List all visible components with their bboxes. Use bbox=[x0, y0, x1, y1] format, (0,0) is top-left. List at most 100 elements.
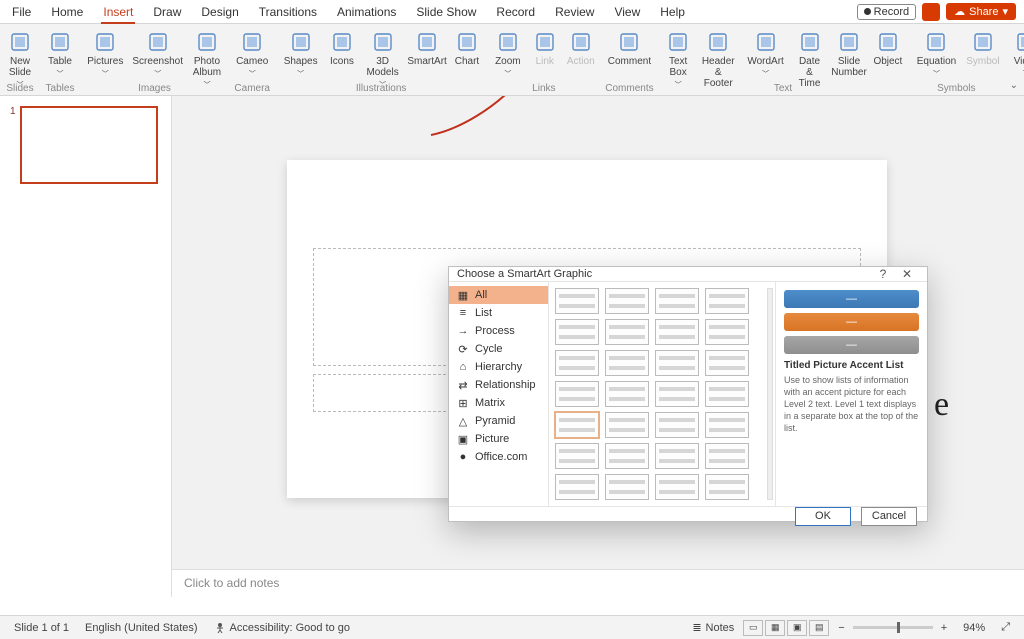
present-button[interactable] bbox=[922, 3, 940, 21]
ribbon-collapse-icon[interactable]: ⌄ bbox=[1010, 80, 1018, 91]
view-normal-button[interactable]: ▭ bbox=[743, 620, 763, 636]
ribbon-equation[interactable]: Equation bbox=[912, 28, 961, 82]
tab-draw[interactable]: Draw bbox=[143, 1, 191, 23]
category-matrix[interactable]: ⊞Matrix bbox=[449, 394, 548, 412]
slide-canvas-zone[interactable]: e Choose a SmartArt Graphic ? ✕ ▦All≡Lis… bbox=[172, 96, 1024, 569]
layout-thumb[interactable] bbox=[555, 288, 599, 314]
layout-thumb[interactable] bbox=[705, 381, 749, 407]
status-accessibility[interactable]: Accessibility: Good to go bbox=[206, 622, 358, 634]
notes-pane[interactable]: Click to add notes bbox=[172, 569, 1024, 597]
dialog-close-button[interactable]: ✕ bbox=[895, 267, 919, 281]
layout-thumb[interactable] bbox=[655, 381, 699, 407]
status-slide[interactable]: Slide 1 of 1 bbox=[6, 622, 77, 634]
ribbon-date-time[interactable]: Date &Time bbox=[793, 28, 826, 91]
share-button[interactable]: ☁ Share ▾ bbox=[946, 3, 1016, 20]
category-picture[interactable]: ▣Picture bbox=[449, 430, 548, 448]
ribbon-pictures[interactable]: Pictures bbox=[84, 28, 127, 82]
ribbon-slide-number[interactable]: SlideNumber bbox=[830, 28, 868, 80]
ribbon-cameo[interactable]: Cameo bbox=[233, 28, 271, 82]
category-cycle[interactable]: ⟳Cycle bbox=[449, 340, 548, 358]
layout-thumb[interactable] bbox=[655, 412, 699, 438]
category-relationship[interactable]: ⇄Relationship bbox=[449, 376, 548, 394]
zoom-level[interactable]: 94% bbox=[955, 622, 993, 634]
layout-thumb[interactable] bbox=[555, 474, 599, 500]
layout-thumb[interactable] bbox=[705, 350, 749, 376]
layout-thumb[interactable] bbox=[705, 412, 749, 438]
ribbon-object[interactable]: Object bbox=[872, 28, 904, 69]
layout-thumb[interactable] bbox=[655, 443, 699, 469]
tab-design[interactable]: Design bbox=[191, 1, 248, 23]
layout-thumb[interactable] bbox=[605, 288, 649, 314]
status-language[interactable]: English (United States) bbox=[77, 622, 206, 634]
tab-view[interactable]: View bbox=[604, 1, 650, 23]
ribbon-screenshot[interactable]: Screenshot bbox=[131, 28, 185, 82]
ribbon-zoom-label: Zoom bbox=[494, 56, 522, 80]
layout-thumb[interactable] bbox=[655, 350, 699, 376]
layout-thumb[interactable] bbox=[605, 350, 649, 376]
layout-thumb[interactable] bbox=[605, 474, 649, 500]
ribbon-icons[interactable]: Icons bbox=[326, 28, 358, 69]
layout-thumb[interactable] bbox=[705, 474, 749, 500]
ribbon-group-label-links: Links bbox=[487, 83, 601, 94]
tab-home[interactable]: Home bbox=[41, 1, 93, 23]
category-pyramid[interactable]: △Pyramid bbox=[449, 412, 548, 430]
ribbon-shapes[interactable]: Shapes bbox=[279, 28, 322, 82]
ribbon-header-footer[interactable]: Header& Footer bbox=[698, 28, 738, 91]
tab-file[interactable]: File bbox=[2, 1, 41, 23]
slide-thumbnail-pane[interactable]: 1 bbox=[0, 96, 172, 597]
category-list[interactable]: ≡List bbox=[449, 304, 548, 322]
tab-slide-show[interactable]: Slide Show bbox=[406, 1, 486, 23]
category-hierarchy[interactable]: ⌂Hierarchy bbox=[449, 358, 548, 376]
view-slideshow-button[interactable]: ▤ bbox=[809, 620, 829, 636]
layout-thumb[interactable] bbox=[705, 319, 749, 345]
cancel-button[interactable]: Cancel bbox=[861, 507, 917, 526]
zoom-slider[interactable] bbox=[853, 626, 933, 629]
ribbon-zoom[interactable]: Zoom bbox=[491, 28, 525, 82]
status-bar: Slide 1 of 1 English (United States) Acc… bbox=[0, 615, 1024, 639]
layout-thumb[interactable] bbox=[705, 288, 749, 314]
ribbon-smartart[interactable]: SmartArt bbox=[407, 28, 447, 69]
layout-thumb[interactable] bbox=[555, 319, 599, 345]
gallery-scrollbar[interactable] bbox=[767, 288, 773, 500]
ok-button[interactable]: OK bbox=[795, 507, 851, 526]
ribbon-wordart[interactable]: WordArt bbox=[742, 28, 789, 82]
dialog-help-button[interactable]: ? bbox=[871, 267, 895, 281]
layout-thumb[interactable] bbox=[555, 350, 599, 376]
ribbon-chart[interactable]: Chart bbox=[451, 28, 483, 69]
view-sorter-button[interactable]: ▦ bbox=[765, 620, 785, 636]
tab-animations[interactable]: Animations bbox=[327, 1, 406, 23]
ribbon-comment[interactable]: Comment bbox=[605, 28, 654, 69]
layout-thumb[interactable] bbox=[655, 319, 699, 345]
layout-thumb[interactable] bbox=[705, 443, 749, 469]
dialog-title: Choose a SmartArt Graphic bbox=[457, 268, 592, 280]
tab-review[interactable]: Review bbox=[545, 1, 604, 23]
layout-thumb[interactable] bbox=[555, 443, 599, 469]
layout-thumb[interactable] bbox=[555, 412, 599, 438]
layout-thumb[interactable] bbox=[605, 381, 649, 407]
tab-insert[interactable]: Insert bbox=[93, 1, 143, 23]
category-all[interactable]: ▦All bbox=[449, 286, 548, 304]
tab-record[interactable]: Record bbox=[486, 1, 545, 23]
record-button[interactable]: Record bbox=[857, 4, 916, 20]
layout-thumb[interactable] bbox=[605, 319, 649, 345]
layout-thumb[interactable] bbox=[605, 443, 649, 469]
layout-gallery[interactable] bbox=[549, 282, 775, 506]
view-reading-button[interactable]: ▣ bbox=[787, 620, 807, 636]
dialog-titlebar[interactable]: Choose a SmartArt Graphic ? ✕ bbox=[449, 267, 927, 282]
category-office-com[interactable]: ●Office.com bbox=[449, 448, 548, 466]
layout-thumb[interactable] bbox=[655, 288, 699, 314]
layout-thumb[interactable] bbox=[605, 412, 649, 438]
tab-help[interactable]: Help bbox=[650, 1, 695, 23]
fit-to-window-button[interactable]: ⤢ bbox=[993, 621, 1018, 634]
layout-thumb[interactable] bbox=[555, 381, 599, 407]
zoom-out-button[interactable]: − bbox=[830, 622, 852, 634]
slide-thumbnail-1[interactable] bbox=[20, 106, 158, 184]
layout-thumb[interactable] bbox=[655, 474, 699, 500]
ribbon-symbol: Symbol bbox=[965, 28, 1001, 69]
zoom-in-button[interactable]: + bbox=[933, 622, 955, 634]
ribbon-table[interactable]: Table bbox=[44, 28, 76, 82]
ribbon-video[interactable]: Video bbox=[1009, 28, 1024, 82]
tab-transitions[interactable]: Transitions bbox=[249, 1, 327, 23]
notes-toggle[interactable]: ≣ Notes bbox=[684, 621, 742, 634]
category-process[interactable]: →Process bbox=[449, 322, 548, 340]
